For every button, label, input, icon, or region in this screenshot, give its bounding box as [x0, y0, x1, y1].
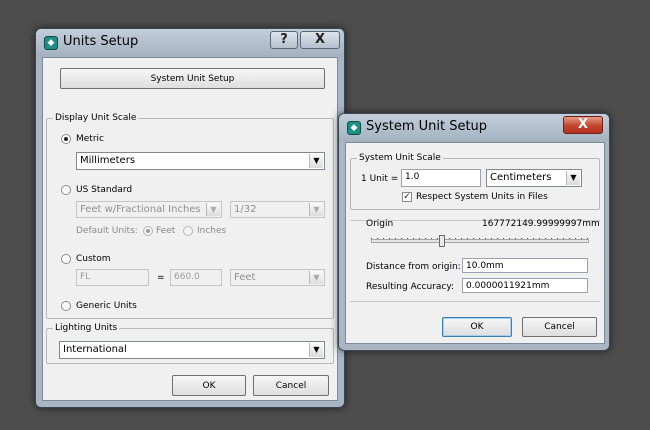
close-button[interactable]: X — [300, 31, 340, 49]
inches-radio[interactable] — [183, 226, 193, 236]
unit-type-dropdown[interactable]: Centimeters ▼ — [486, 169, 582, 187]
metric-units-dropdown[interactable]: Millimeters ▼ — [76, 152, 325, 170]
ok-button[interactable]: OK — [172, 375, 246, 396]
chevron-down-icon[interactable]: ▼ — [566, 171, 580, 185]
cancel-button[interactable]: Cancel — [253, 375, 329, 396]
chevron-down-icon[interactable]: ▼ — [309, 203, 323, 216]
chevron-down-icon[interactable]: ▼ — [206, 203, 220, 216]
window-title: Units Setup — [63, 34, 139, 49]
custom-radio[interactable] — [61, 254, 71, 264]
inches-label[interactable]: Inches — [197, 225, 226, 237]
help-button[interactable]: ? — [270, 31, 298, 49]
feet-label[interactable]: Feet — [156, 225, 175, 237]
equals-sign: = — [157, 273, 165, 283]
app-icon: ◆ — [347, 121, 361, 135]
custom-unit-dropdown[interactable]: Feet ▼ — [230, 269, 325, 286]
origin-slider-track[interactable] — [371, 239, 589, 243]
us-units-dropdown[interactable]: Feet w/Fractional Inches ▼ — [76, 201, 222, 218]
origin-label: Origin — [366, 219, 394, 229]
system-unit-setup-window: ◆ System Unit Setup X System Unit Scale … — [338, 113, 610, 351]
distance-field[interactable]: 10.0mm — [462, 258, 588, 273]
origin-slider-thumb[interactable] — [439, 235, 445, 247]
origin-value: 167772149.99999997mm — [482, 219, 600, 229]
custom-name-field[interactable]: FL — [76, 269, 149, 286]
accuracy-label: Resulting Accuracy: — [366, 282, 455, 292]
cancel-button[interactable]: Cancel — [522, 317, 597, 337]
units-setup-titlebar[interactable]: ◆ Units Setup ? X — [36, 29, 344, 57]
feet-radio[interactable] — [143, 226, 153, 236]
unit-type-value: Centimeters — [490, 172, 552, 183]
window-title: System Unit Setup — [366, 119, 488, 134]
close-button[interactable]: X — [563, 116, 603, 134]
system-unit-scale-legend: System Unit Scale — [357, 152, 443, 164]
metric-radio[interactable] — [61, 134, 71, 144]
custom-value-field[interactable]: 660.0 — [170, 269, 222, 286]
lighting-units-group: Lighting Units International ▼ — [46, 322, 334, 364]
display-unit-scale-group: Display Unit Scale Metric Millimeters ▼ … — [46, 112, 334, 319]
respect-units-checkbox[interactable]: ✓ — [402, 192, 412, 202]
units-setup-client: System Unit Setup Display Unit Scale Met… — [42, 57, 338, 401]
accuracy-field: 0.0000011921mm — [462, 278, 588, 293]
us-units-value: Feet w/Fractional Inches — [80, 204, 201, 215]
us-standard-label[interactable]: US Standard — [76, 184, 132, 196]
lighting-units-value: International — [63, 344, 127, 355]
metric-units-value: Millimeters — [80, 155, 136, 166]
unit-label: 1 Unit = — [361, 174, 399, 184]
system-unit-scale-group: System Unit Scale 1 Unit = 1.0 Centimete… — [350, 152, 600, 210]
chevron-down-icon[interactable]: ▼ — [309, 343, 323, 357]
custom-unit-value: Feet — [234, 272, 256, 283]
generic-units-label[interactable]: Generic Units — [76, 300, 137, 312]
divider — [350, 301, 600, 302]
lighting-units-legend: Lighting Units — [53, 322, 120, 334]
lighting-units-dropdown[interactable]: International ▼ — [59, 341, 325, 359]
us-fraction-value: 1/32 — [234, 204, 257, 215]
respect-units-label[interactable]: Respect System Units in Files — [416, 191, 548, 203]
metric-label[interactable]: Metric — [76, 133, 104, 145]
system-unit-setup-button[interactable]: System Unit Setup — [60, 68, 325, 89]
custom-label[interactable]: Custom — [76, 253, 110, 265]
system-unit-setup-titlebar[interactable]: ◆ System Unit Setup X — [339, 114, 609, 142]
display-unit-scale-legend: Display Unit Scale — [53, 112, 139, 124]
ok-button[interactable]: OK — [442, 317, 512, 337]
us-standard-radio[interactable] — [61, 185, 71, 195]
app-icon: ◆ — [44, 36, 58, 50]
us-fraction-dropdown[interactable]: 1/32 ▼ — [230, 201, 325, 218]
distance-label: Distance from origin: — [366, 262, 461, 272]
units-setup-window: ◆ Units Setup ? X System Unit Setup Disp… — [35, 28, 345, 408]
unit-value-field[interactable]: 1.0 — [401, 169, 481, 187]
default-units-label: Default Units: — [76, 226, 138, 236]
generic-units-radio[interactable] — [61, 301, 71, 311]
system-unit-setup-client: System Unit Scale 1 Unit = 1.0 Centimete… — [345, 142, 605, 344]
chevron-down-icon[interactable]: ▼ — [309, 271, 323, 284]
chevron-down-icon[interactable]: ▼ — [309, 154, 323, 168]
